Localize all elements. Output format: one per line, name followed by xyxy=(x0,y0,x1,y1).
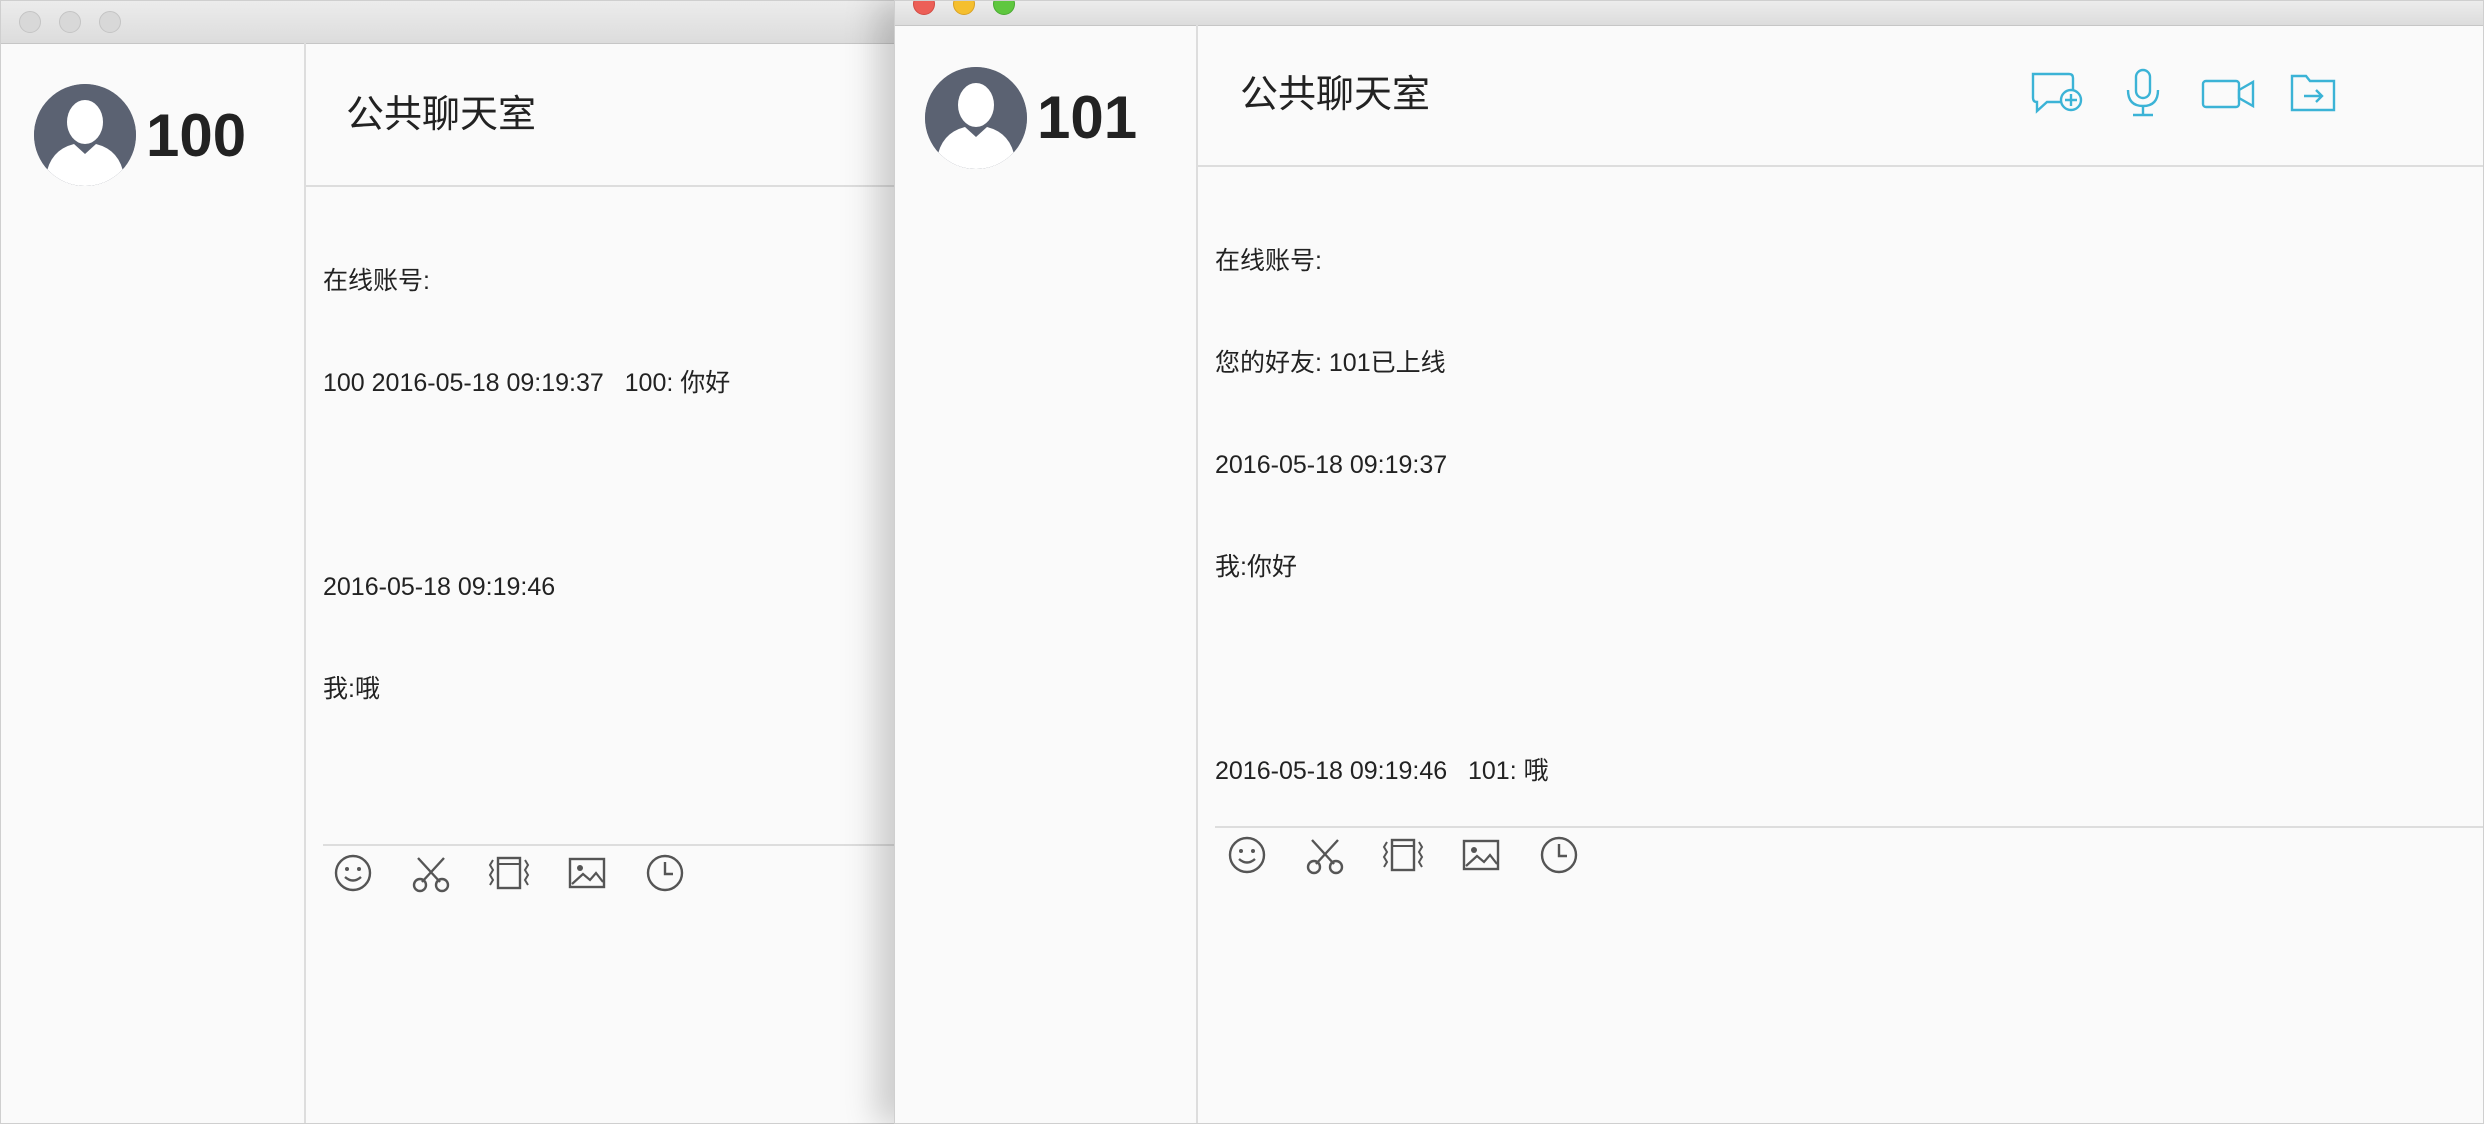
emoji-icon[interactable] xyxy=(331,851,375,895)
message-line: 在线账号: xyxy=(1215,247,1322,275)
shake-icon[interactable] xyxy=(1381,833,1425,877)
message-log[interactable]: 在线账号: 您的好友: 101已上线 2016-05-18 09:19:37 我… xyxy=(1215,176,2483,828)
message-line: 在线账号: xyxy=(323,267,430,295)
scissors-icon[interactable] xyxy=(409,851,453,895)
file-transfer-icon[interactable] xyxy=(2283,67,2343,119)
close-button[interactable] xyxy=(913,1,935,15)
message-line: 100 2016-05-18 09:19:37 100: 你好 xyxy=(323,369,731,397)
message-line: 2016-05-18 09:19:46 101: 哦 xyxy=(1215,757,1549,785)
close-button[interactable] xyxy=(19,11,41,33)
image-icon[interactable] xyxy=(565,851,609,895)
emoji-icon[interactable] xyxy=(1225,833,1269,877)
user-silhouette-icon xyxy=(925,67,1027,169)
history-clock-icon[interactable] xyxy=(1537,833,1581,877)
shake-icon[interactable] xyxy=(487,851,531,895)
avatar[interactable] xyxy=(34,84,136,186)
message-input[interactable] xyxy=(1198,883,2483,1123)
message-line: 您的好友: 101已上线 xyxy=(1215,349,1446,377)
avatar[interactable] xyxy=(925,67,1027,169)
add-chat-icon[interactable] xyxy=(2028,67,2088,119)
user-silhouette-icon xyxy=(34,84,136,186)
message-line: 我:哦 xyxy=(323,675,380,703)
zoom-button[interactable] xyxy=(99,11,121,33)
message-line: 我:你好 xyxy=(1215,553,1297,581)
message-line: 2016-05-18 09:19:37 xyxy=(1215,451,1448,479)
image-icon[interactable] xyxy=(1459,833,1503,877)
message-line xyxy=(1215,652,2483,686)
user-id: 101 xyxy=(1037,84,1138,151)
microphone-icon[interactable] xyxy=(2113,67,2173,119)
window-titlebar[interactable] xyxy=(1,1,939,44)
user-id: 100 xyxy=(146,102,247,169)
video-camera-icon[interactable] xyxy=(2198,67,2258,119)
message-input[interactable] xyxy=(306,901,939,1123)
sidebar: 101 xyxy=(895,25,1198,1123)
window-titlebar[interactable] xyxy=(895,1,2483,26)
message-log[interactable]: 在线账号: 100 2016-05-18 09:19:37 100: 你好 20… xyxy=(323,196,939,846)
minimize-button[interactable] xyxy=(59,11,81,33)
history-clock-icon[interactable] xyxy=(643,851,687,895)
room-title: 公共聊天室 xyxy=(346,94,537,136)
minimize-button[interactable] xyxy=(953,1,975,15)
message-line xyxy=(323,468,939,502)
zoom-button[interactable] xyxy=(993,1,1015,15)
chat-header: 公共聊天室 xyxy=(1198,25,2483,167)
chat-window-user-100: 100 公共聊天室 在线账号: 100 2016-05-18 09:19:37 … xyxy=(0,0,940,1124)
sidebar: 100 xyxy=(1,43,306,1123)
chat-header: 公共聊天室 xyxy=(306,43,939,187)
room-title: 公共聊天室 xyxy=(1240,74,1431,116)
scissors-icon[interactable] xyxy=(1303,833,1347,877)
chat-window-user-101: 101 公共聊天室 在线账号: 您的好友: 101已上线 2016-05-18 … xyxy=(894,0,2484,1124)
message-line: 2016-05-18 09:19:46 xyxy=(323,573,556,601)
